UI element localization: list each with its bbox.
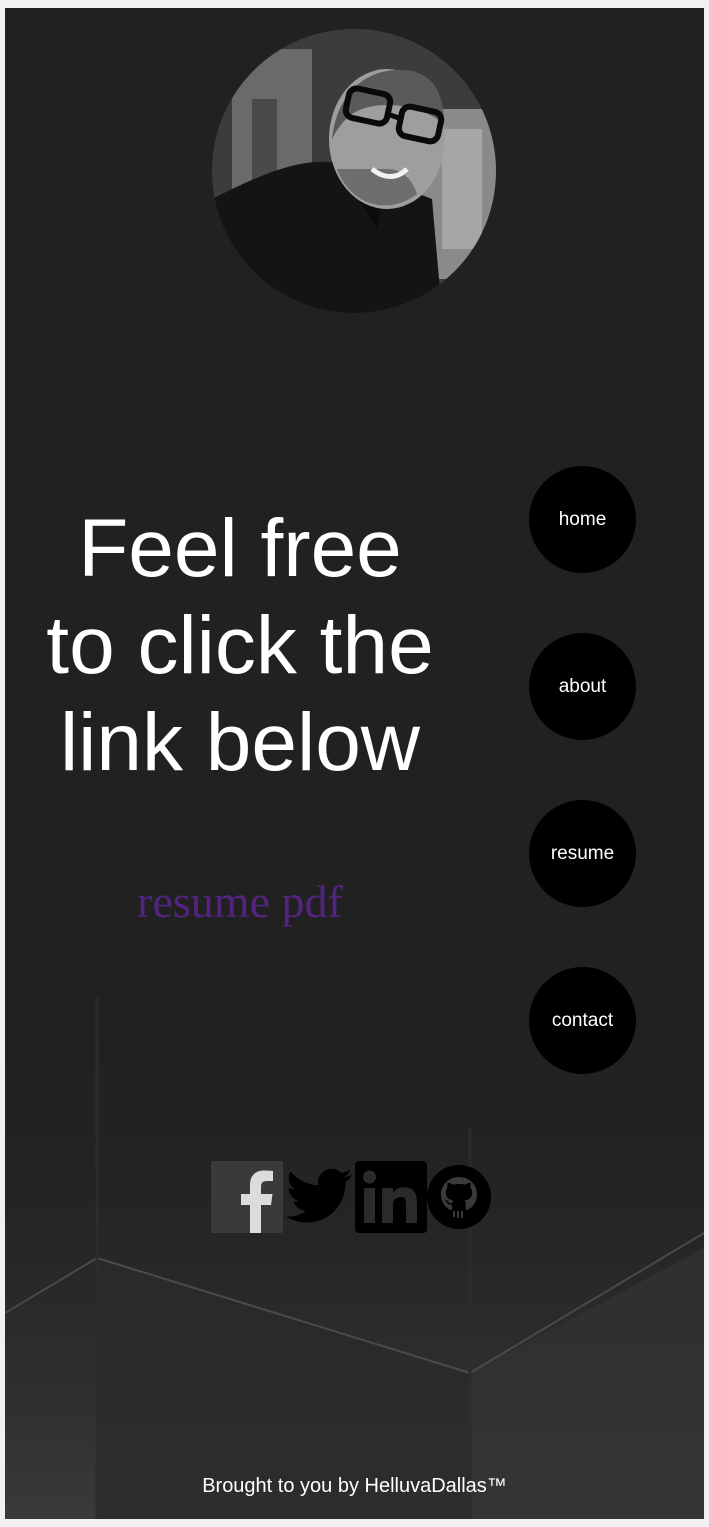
profile-photo	[212, 29, 496, 313]
headline-line-2: to click the	[46, 600, 434, 691]
profile-photo-illustration	[212, 29, 496, 313]
resume-pdf-link[interactable]: resume pdf	[65, 874, 415, 930]
twitter-icon	[286, 1168, 352, 1223]
nav-home-button[interactable]: home	[529, 466, 636, 573]
nav-about-button[interactable]: about	[529, 633, 636, 740]
footer-credit: Brought to you by HelluvaDallas™	[202, 1475, 507, 1497]
facebook-link[interactable]	[211, 1161, 283, 1233]
nav-contact-button[interactable]: contact	[529, 967, 636, 1074]
nav-menu: home about resume contact	[529, 466, 636, 1134]
headline: Feel free to click the link below	[25, 500, 455, 791]
twitter-link[interactable]	[283, 1161, 355, 1233]
linkedin-icon	[355, 1161, 427, 1233]
nav-resume-button[interactable]: resume	[529, 800, 636, 907]
headline-line-3: link below	[59, 697, 421, 788]
headline-line-1: Feel free	[78, 503, 402, 594]
linkedin-link[interactable]	[355, 1161, 427, 1233]
page: Feel free to click the link below resume…	[5, 8, 704, 1519]
social-links	[211, 1161, 491, 1233]
facebook-icon	[211, 1161, 283, 1233]
github-link[interactable]	[427, 1165, 491, 1229]
github-icon	[427, 1165, 491, 1229]
